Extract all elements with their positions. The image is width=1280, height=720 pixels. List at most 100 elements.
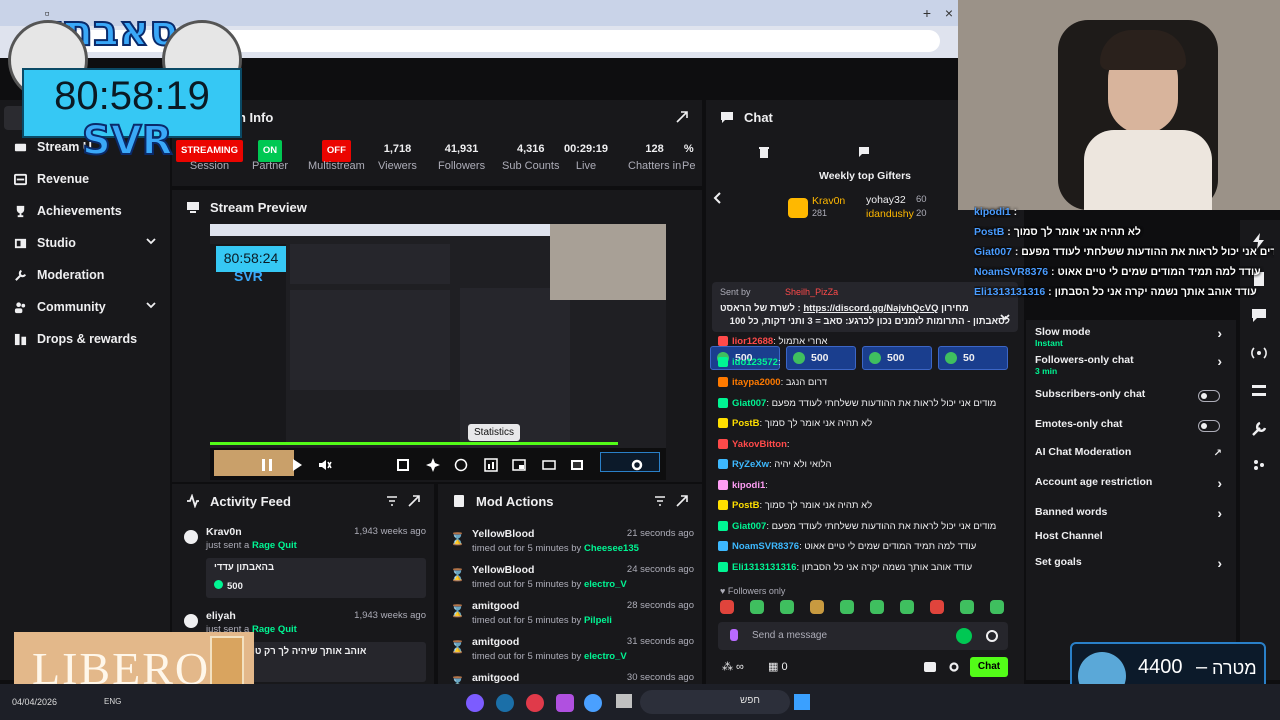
setting-ai-chat-moderation[interactable]: AI Chat Moderation ↗ [1035, 446, 1222, 470]
fullscreen-icon[interactable] [570, 458, 584, 472]
chat-username[interactable]: itaypa2000 [732, 377, 781, 388]
sliders-icon[interactable] [1250, 382, 1268, 400]
chevron-down-icon[interactable] [1000, 312, 1010, 322]
chat-message[interactable]: lior12688: אחרי אתמול [718, 336, 1010, 347]
chat-username[interactable]: YakovBitton [732, 439, 787, 450]
popout-icon[interactable] [408, 495, 420, 507]
setting-slow-mode[interactable]: Slow mode Instant › [1035, 326, 1222, 350]
app-icon[interactable] [526, 694, 544, 712]
pip-icon[interactable] [512, 458, 526, 472]
filter-icon[interactable] [386, 495, 398, 507]
chrome-icon[interactable] [584, 694, 602, 712]
emote-icon[interactable] [720, 600, 734, 614]
emote-picker-icon[interactable] [730, 629, 738, 641]
sidebar-item-achievements[interactable]: Achievements [14, 200, 164, 222]
video-progress-bar[interactable] [210, 442, 618, 445]
emoji-icon[interactable] [956, 628, 972, 644]
discord-icon[interactable] [466, 694, 484, 712]
chat-username[interactable]: lior12688 [732, 336, 773, 347]
chat-input[interactable]: Send a message [718, 622, 1008, 650]
clip-icon[interactable] [396, 458, 410, 472]
sidebar-item-moderation[interactable]: Moderation [14, 264, 164, 286]
chat-message[interactable]: RyZeXw: הלואי ולא יהיה [718, 459, 1010, 470]
toggle-switch[interactable] [1198, 390, 1220, 402]
emote-icon[interactable] [960, 600, 974, 614]
chat-message[interactable]: itaypa2000: דרום הנגב [718, 377, 1010, 388]
chat-username[interactable]: RyZeXw [732, 459, 769, 470]
chat-message[interactable]: ido123572: [718, 357, 1010, 368]
setting-set-goals[interactable]: Set goals › [1035, 556, 1222, 580]
chat-username[interactable]: PostB [732, 500, 759, 511]
chat-bubble-icon[interactable] [1250, 306, 1268, 324]
dots-icon[interactable] [1250, 456, 1268, 474]
discord-link[interactable]: https://discord.gg/NajvhQcVQ [803, 303, 938, 314]
setting-banned-words[interactable]: Banned words › [1035, 506, 1222, 530]
popout-icon[interactable] [676, 495, 688, 507]
sparkle-icon[interactable] [426, 458, 440, 472]
trash-icon[interactable] [758, 146, 770, 158]
sidebar-item-studio[interactable]: Studio [14, 232, 164, 254]
send-chat-button[interactable]: Chat [970, 657, 1008, 677]
chat-message[interactable]: Eli1313131316: עודד אוהב אותך נשמה יקרה … [718, 562, 1010, 573]
chat-username[interactable]: ido123572 [732, 357, 778, 368]
mod-action-item[interactable]: ⌛ YellowBlood timed out for 5 minutes by C… [450, 528, 694, 560]
setting-followers-only-chat[interactable]: Followers-only chat 3 min › [1035, 354, 1222, 378]
mute-icon[interactable] [318, 458, 332, 472]
setting-host-channel[interactable]: Host Channel [1035, 530, 1222, 554]
emote-icon[interactable] [900, 600, 914, 614]
gear-icon[interactable] [630, 458, 644, 472]
filter-icon[interactable] [654, 495, 666, 507]
mod-action-item[interactable]: ⌛ amitgood timed out for 5 minutes by elec… [450, 636, 694, 668]
emote-icon[interactable] [780, 600, 794, 614]
broadcast-icon[interactable] [1250, 344, 1268, 362]
emote-icon[interactable] [840, 600, 854, 614]
new-tab-button[interactable]: + [918, 4, 936, 22]
chat-message[interactable]: PostB: לא תהיה אני אומר לך סמוך [718, 418, 1010, 429]
chat-username[interactable]: Eli1313131316 [732, 562, 796, 573]
windows-start-icon[interactable] [794, 694, 810, 710]
popout-icon[interactable] [676, 111, 688, 123]
dismiss-icon[interactable] [184, 614, 198, 628]
smiley-icon[interactable] [986, 630, 998, 642]
chat-message[interactable]: YakovBitton: [718, 439, 1010, 450]
chat-bubble-icon[interactable] [858, 146, 870, 158]
chevron-left-icon[interactable] [712, 192, 724, 204]
emote-icon[interactable] [990, 600, 1004, 614]
gear-icon[interactable] [948, 661, 960, 673]
chat-username[interactable]: PostB [732, 418, 759, 429]
setting-account-age-restriction[interactable]: Account age restriction › [1035, 476, 1222, 500]
taskbar-language[interactable]: ENG [104, 697, 121, 706]
chat-message[interactable]: PostB: לא תהיה אני אומר לך סמוך [718, 500, 1010, 511]
wrench-icon[interactable] [1250, 420, 1268, 438]
community-points[interactable]: ⁂ ∞ [722, 660, 744, 673]
sidebar-item-community[interactable]: Community [14, 296, 164, 318]
chat-username[interactable]: NoamSVR8376 [732, 541, 799, 552]
rewind-icon[interactable] [454, 458, 468, 472]
statistics-icon[interactable] [484, 458, 498, 472]
toggle-switch[interactable] [1198, 420, 1220, 432]
chat-message[interactable]: Giat007: מודים אני יכול לראות את ההודעות… [718, 521, 1010, 532]
chat-username[interactable]: kipodi1 [732, 480, 765, 491]
mod-action-item[interactable]: ⌛ amitgood timed out for 5 minutes by Pilp… [450, 600, 694, 632]
stream-preview-video[interactable]: 80:58:24 SVR Statistics [210, 224, 666, 480]
taskbar-search[interactable]: חפש [640, 690, 790, 714]
pause-icon[interactable] [260, 458, 274, 472]
mod-action-item[interactable]: ⌛ YellowBlood timed out for 5 minutes by e… [450, 564, 694, 596]
activity-item[interactable]: Krav0n just sent a Rage Quit 1,943 weeks a… [184, 526, 426, 606]
chat-bubble-icon[interactable] [924, 662, 936, 672]
steam-icon[interactable] [496, 694, 514, 712]
emote-icon[interactable] [750, 600, 764, 614]
chat-message[interactable]: NoamSVR8376: עודד למה תמיד המודים שמים ל… [718, 541, 1010, 552]
points-counter[interactable]: ▦ 0 [768, 660, 788, 673]
chat-username[interactable]: Giat007 [732, 398, 766, 409]
folder-icon[interactable] [616, 694, 632, 708]
play-icon[interactable] [290, 458, 304, 472]
chat-username[interactable]: Giat007 [732, 521, 766, 532]
sidebar-item-revenue[interactable]: Revenue [14, 168, 164, 190]
chat-message[interactable]: Giat007: מודים אני יכול לראות את ההודעות… [718, 398, 1010, 409]
emote-icon[interactable] [930, 600, 944, 614]
sidebar-item-drops-rewards[interactable]: Drops & rewards [14, 328, 164, 350]
theater-icon[interactable] [542, 458, 556, 472]
setting-subscribers-only-chat[interactable]: Subscribers-only chat [1035, 388, 1222, 412]
dismiss-icon[interactable] [184, 530, 198, 544]
